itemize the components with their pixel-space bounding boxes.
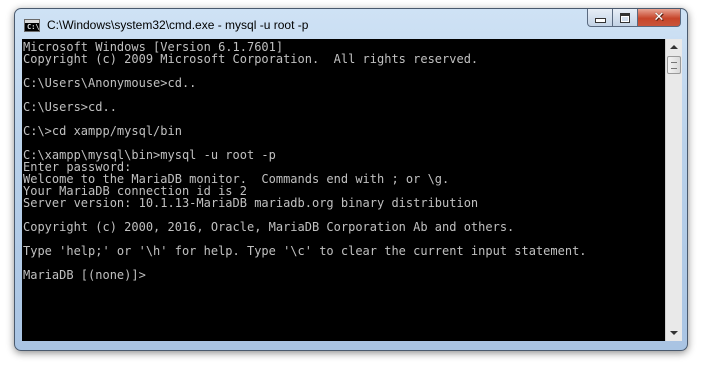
arrow-down-icon xyxy=(670,331,678,335)
console-line: C:\>cd xampp/mysql/bin xyxy=(23,124,182,138)
console-line: Copyright (c) 2000, 2016, Oracle, MariaD… xyxy=(23,220,515,234)
vertical-scrollbar[interactable] xyxy=(665,39,682,341)
arrow-up-icon xyxy=(670,45,678,49)
minimize-button[interactable] xyxy=(587,9,613,27)
minimize-icon xyxy=(594,18,606,23)
scroll-down-button[interactable] xyxy=(666,325,682,341)
close-icon: ✕ xyxy=(653,10,665,25)
cmd-window: C:\ C:\Windows\system32\cmd.exe - mysql … xyxy=(14,8,688,351)
console-output[interactable]: Microsoft Windows [Version 6.1.7601] Cop… xyxy=(22,39,665,341)
cmd-console-icon[interactable]: C:\ xyxy=(24,19,40,32)
console-line: C:\Users\Anonymouse>cd.. xyxy=(23,76,197,90)
console-line: Copyright (c) 2009 Microsoft Corporation… xyxy=(23,52,479,66)
console-prompt-line[interactable]: MariaDB [(none)]> xyxy=(23,269,146,281)
console-line: Type 'help;' or '\h' for help. Type '\c'… xyxy=(23,244,587,258)
scroll-up-button[interactable] xyxy=(666,39,682,55)
window-controls: ✕ xyxy=(587,9,681,28)
maximize-button[interactable] xyxy=(613,9,638,27)
close-button[interactable]: ✕ xyxy=(638,9,681,27)
window-title: C:\Windows\system32\cmd.exe - mysql -u r… xyxy=(47,18,309,32)
console-line: Server version: 10.1.13-MariaDB mariadb.… xyxy=(23,196,479,210)
maximize-icon xyxy=(620,12,630,23)
console-line: C:\Users>cd.. xyxy=(23,100,117,114)
title-bar[interactable]: C:\ C:\Windows\system32\cmd.exe - mysql … xyxy=(15,9,687,39)
scrollbar-thumb[interactable] xyxy=(667,56,681,74)
